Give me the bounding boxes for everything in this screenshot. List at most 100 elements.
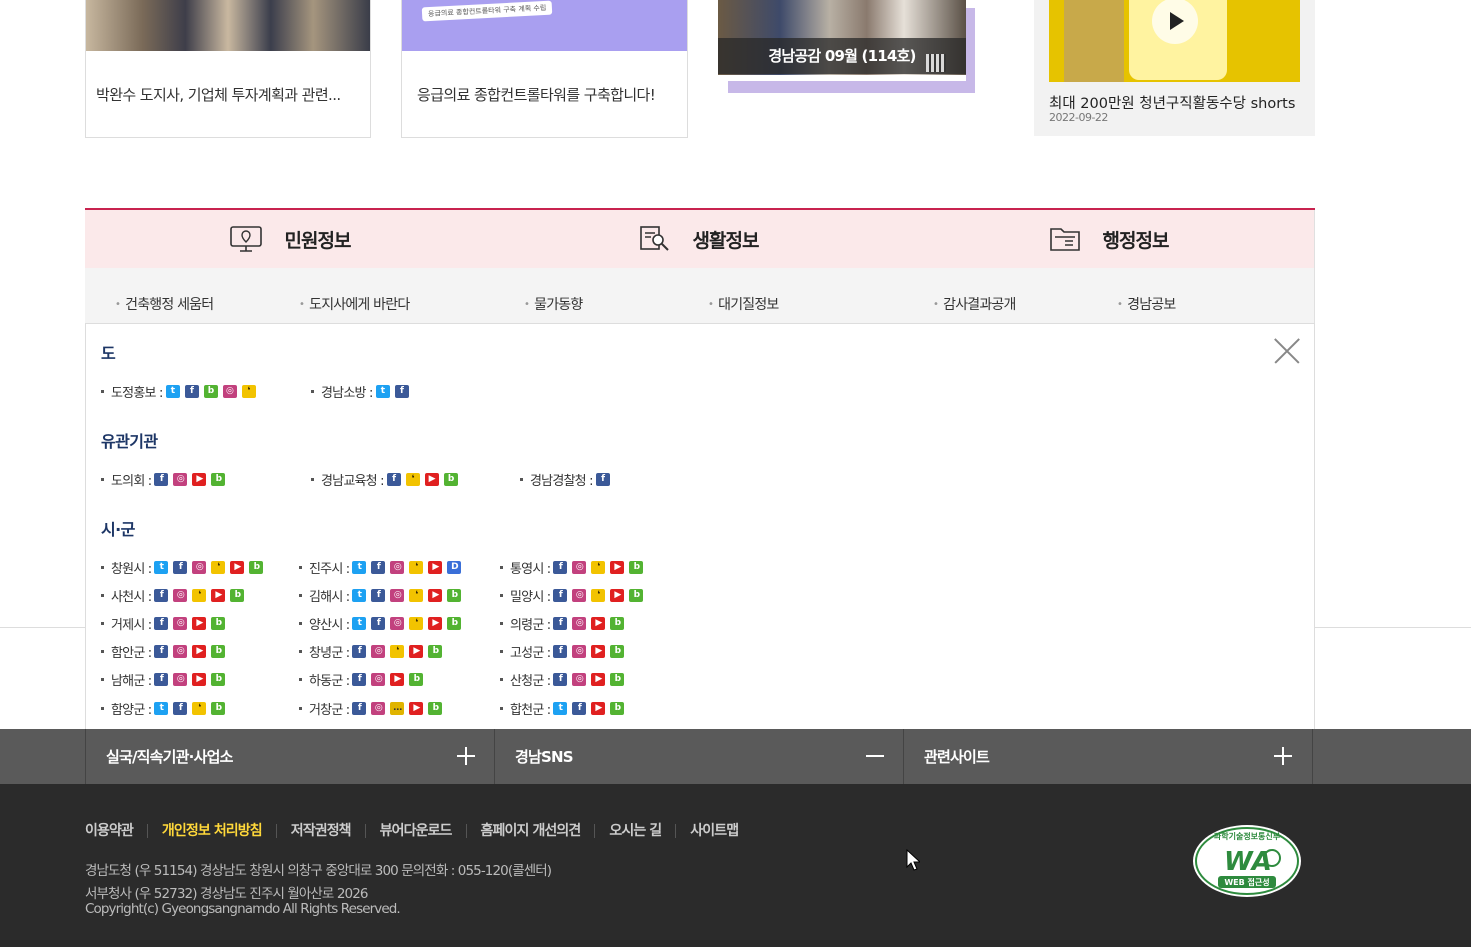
facebook-icon[interactable]: f [352, 701, 367, 715]
youtube-icon[interactable]: ▶ [409, 701, 424, 715]
blog-icon[interactable]: b [211, 644, 226, 658]
news-card-2[interactable]: 응급의료 종합컨트롤타워 구축 계획 수립 응급의료 종합컨트롤타워를 구축합니… [401, 0, 688, 138]
footer-link-feedback[interactable]: 홈페이지 개선의견 [465, 824, 595, 838]
instagram-icon[interactable]: ◎ [572, 644, 587, 658]
blog-icon[interactable]: b [447, 616, 462, 630]
bottom-tab-offices[interactable]: 실국/직속기관·사업소 [85, 729, 495, 784]
instagram-icon[interactable]: ◎ [173, 616, 188, 630]
kakaostory-icon[interactable]: ❛ [591, 588, 606, 602]
instagram-icon[interactable]: ◎ [222, 384, 237, 398]
footer-link-privacy[interactable]: 개인정보 처리방침 [146, 824, 276, 838]
youtube-icon[interactable]: ▶ [192, 644, 207, 658]
blog-icon[interactable]: b [610, 616, 625, 630]
info-head-civil[interactable]: 민원정보 [85, 210, 494, 268]
blog-icon[interactable]: b [428, 701, 443, 715]
twitter-icon[interactable]: t [375, 384, 390, 398]
kakaostory-icon[interactable]: ❛ [409, 560, 424, 574]
twitter-icon[interactable]: t [154, 560, 169, 574]
talk-icon[interactable]: … [390, 701, 405, 715]
youtube-icon[interactable]: ▶ [428, 616, 443, 630]
blog-icon[interactable]: b [428, 644, 443, 658]
daum-icon[interactable]: D [447, 560, 462, 574]
facebook-icon[interactable]: f [173, 560, 188, 574]
youtube-icon[interactable]: ▶ [409, 644, 424, 658]
youtube-icon[interactable]: ▶ [610, 560, 625, 574]
facebook-icon[interactable]: f [154, 616, 169, 630]
youtube-icon[interactable]: ▶ [610, 588, 625, 602]
blog-icon[interactable]: b [203, 384, 218, 398]
instagram-icon[interactable]: ◎ [390, 560, 405, 574]
instagram-icon[interactable]: ◎ [371, 672, 386, 686]
footer-link-viewer[interactable]: 뷰어다운로드 [364, 824, 466, 838]
bottom-tab-sns[interactable]: 경남SNS [494, 729, 904, 784]
facebook-icon[interactable]: f [386, 472, 401, 486]
kakaostory-icon[interactable]: ❛ [390, 644, 405, 658]
kakaostory-icon[interactable]: ❛ [409, 588, 424, 602]
blog-icon[interactable]: b [610, 672, 625, 686]
instagram-icon[interactable]: ◎ [572, 616, 587, 630]
blog-icon[interactable]: b [447, 588, 462, 602]
youtube-icon[interactable]: ▶ [192, 472, 207, 486]
twitter-icon[interactable]: t [352, 616, 367, 630]
facebook-icon[interactable]: f [184, 384, 199, 398]
footer-link-sitemap[interactable]: 사이트맵 [675, 824, 752, 838]
blog-icon[interactable]: b [249, 560, 264, 574]
info-link-admin-2[interactable]: 경남공보 [1117, 294, 1301, 314]
info-link-civil-1[interactable]: 건축행정 세움터 [115, 294, 299, 314]
facebook-icon[interactable]: f [154, 644, 169, 658]
facebook-icon[interactable]: f [154, 472, 169, 486]
instagram-icon[interactable]: ◎ [173, 644, 188, 658]
blog-icon[interactable]: b [610, 644, 625, 658]
facebook-icon[interactable]: f [595, 472, 610, 486]
magazine-card[interactable]: 경남공감 09월 (114호) [718, 0, 975, 93]
youtube-icon[interactable]: ▶ [591, 672, 606, 686]
youtube-icon[interactable]: ▶ [230, 560, 245, 574]
twitter-icon[interactable]: t [165, 384, 180, 398]
close-icon[interactable] [1274, 338, 1300, 364]
blog-icon[interactable]: b [211, 616, 226, 630]
facebook-icon[interactable]: f [553, 672, 568, 686]
blog-icon[interactable]: b [409, 672, 424, 686]
plus-icon[interactable] [1274, 747, 1292, 765]
youtube-icon[interactable]: ▶ [428, 560, 443, 574]
web-accessibility-badge[interactable]: 과학기술정보통신부 WA WEB 접근성 [1192, 824, 1304, 899]
blog-icon[interactable]: b [610, 701, 625, 715]
news-card-1[interactable]: 박완수 도지사, 기업체 투자계획과 관련... [85, 0, 371, 138]
youtube-icon[interactable]: ▶ [192, 616, 207, 630]
youtube-icon[interactable]: ▶ [211, 588, 226, 602]
kakaostory-icon[interactable]: ❛ [192, 701, 207, 715]
youtube-icon[interactable]: ▶ [390, 672, 405, 686]
bottom-tab-related[interactable]: 관련사이트 [903, 729, 1313, 784]
footer-link-copyright[interactable]: 저작권정책 [275, 824, 365, 838]
kakaostory-icon[interactable]: ❛ [192, 588, 207, 602]
facebook-icon[interactable]: f [553, 588, 568, 602]
kakaostory-icon[interactable]: ❛ [241, 384, 256, 398]
footer-link-directions[interactable]: 오시는 길 [594, 824, 675, 838]
facebook-icon[interactable]: f [371, 616, 386, 630]
youtube-icon[interactable]: ▶ [428, 588, 443, 602]
facebook-icon[interactable]: f [553, 616, 568, 630]
blog-icon[interactable]: b [629, 560, 644, 574]
youtube-icon[interactable]: ▶ [591, 701, 606, 715]
twitter-icon[interactable]: t [154, 701, 169, 715]
instagram-icon[interactable]: ◎ [390, 588, 405, 602]
facebook-icon[interactable]: f [352, 644, 367, 658]
facebook-icon[interactable]: f [352, 672, 367, 686]
facebook-icon[interactable]: f [371, 560, 386, 574]
info-link-life-2[interactable]: 대기질정보 [708, 294, 892, 314]
instagram-icon[interactable]: ◎ [572, 672, 587, 686]
info-link-admin-1[interactable]: 감사결과공개 [933, 294, 1117, 314]
instagram-icon[interactable]: ◎ [572, 560, 587, 574]
youtube-icon[interactable]: ▶ [424, 472, 439, 486]
facebook-icon[interactable]: f [553, 644, 568, 658]
blog-icon[interactable]: b [443, 472, 458, 486]
info-head-life[interactable]: 생활정보 [494, 210, 903, 268]
facebook-icon[interactable]: f [154, 588, 169, 602]
twitter-icon[interactable]: t [352, 560, 367, 574]
blog-icon[interactable]: b [211, 701, 226, 715]
facebook-icon[interactable]: f [572, 701, 587, 715]
twitter-icon[interactable]: t [553, 701, 568, 715]
info-link-civil-2[interactable]: 도지사에게 바란다 [299, 294, 483, 314]
instagram-icon[interactable]: ◎ [390, 616, 405, 630]
shorts-card[interactable]: 최대 200만원 청년구직활동수당 shorts 2022-09-22 [1034, 0, 1315, 136]
